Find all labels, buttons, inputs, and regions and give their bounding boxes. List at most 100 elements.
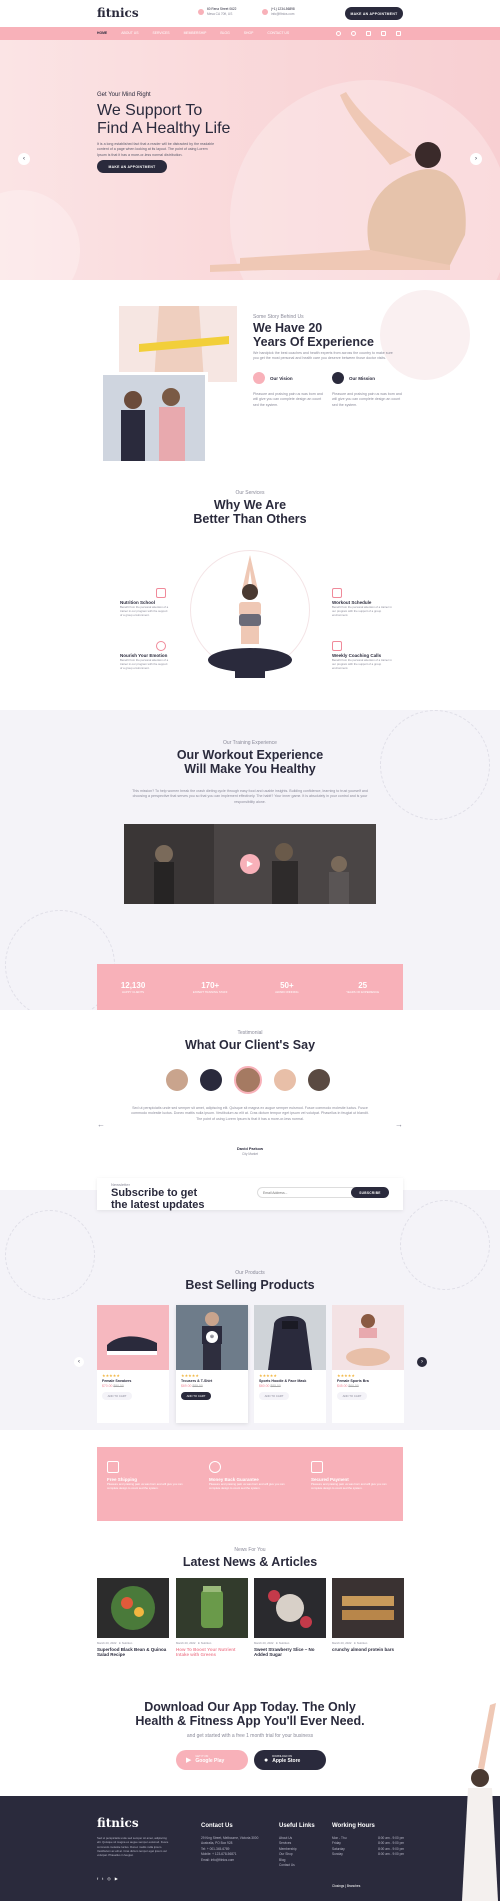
hero-next-arrow[interactable]: ›: [470, 153, 482, 165]
product-card[interactable]: ★★★★★ Sports Hoodie & Face Mask $60.00 $…: [254, 1305, 326, 1423]
news-card[interactable]: March 20, 2022 In Nutrition Superfood Bl…: [97, 1578, 169, 1658]
footer: fitnics Sed ut perspiciatis unde sed sem…: [0, 1796, 500, 1901]
nav-item-shop[interactable]: SHOP: [244, 31, 254, 35]
feature-text: Pleasure and praising pain us was born a…: [107, 1482, 183, 1491]
product-price: $70.00: [102, 1384, 113, 1388]
news-item-title[interactable]: crunchy almond protein bars: [332, 1647, 404, 1652]
product-image-hoodie: [254, 1305, 326, 1370]
service-text: Benefit from the personal attention of a…: [120, 605, 169, 618]
client-name: David Parkow: [236, 1146, 264, 1151]
news-kicker: News For You: [234, 1547, 266, 1553]
training-title-line-2: Will Make You Healthy: [184, 762, 316, 777]
newsletter-title-line-1: Subscribe to get: [111, 1187, 198, 1199]
next-arrow-icon[interactable]: →: [395, 1120, 403, 1129]
hero-appointment-button[interactable]: MAKE AN APPOINTMENT: [97, 160, 167, 173]
products-next-arrow[interactable]: ›: [417, 1357, 427, 1367]
training-text: This mission? To help women break the cr…: [132, 789, 368, 804]
service-item-coaching: Weekly Coaching Calls Benefit from the p…: [332, 641, 392, 671]
instagram-icon[interactable]: ◎: [107, 1876, 111, 1881]
product-card[interactable]: ★★★★★ Female Sneakers $70.00 $90.00 ADD …: [97, 1305, 169, 1423]
products-title: Best Selling Products: [185, 1278, 315, 1292]
hero-yoga-woman: [210, 92, 466, 272]
products-kicker: Our Products: [235, 1270, 265, 1276]
testimonial-quote: Sed ut perspiciatis unde sed semper sit …: [131, 1106, 369, 1121]
news-title: Latest News & Articles: [182, 1555, 318, 1569]
news-category: In Nutrition: [275, 1641, 290, 1645]
money-back-icon: [209, 1461, 221, 1473]
services-title: Why We Are Better Than Others: [0, 498, 500, 527]
news-item-title[interactable]: Superfood Black Bean & Quinoa Salad Reci…: [97, 1647, 169, 1658]
secure-payment-icon: [311, 1461, 323, 1473]
nav-item-blog[interactable]: BLOG: [220, 31, 229, 35]
news-card[interactable]: March 20, 2022 In Nutrition crunchy almo…: [332, 1578, 404, 1652]
cart-icon[interactable]: [381, 31, 386, 36]
add-to-cart-button[interactable]: ADD TO CART: [102, 1392, 132, 1400]
product-card[interactable]: ⊕ ★★★★★ Trousers & T-Shirt $69.00 $89.00…: [176, 1305, 248, 1423]
apple-store-button[interactable]: ● DOWNLOAD ON Apple Store: [254, 1750, 326, 1770]
appointment-button[interactable]: MAKE AN APPOINTMENT: [345, 7, 403, 20]
footer-contact-title: Contact Us: [201, 1823, 233, 1829]
prev-arrow-icon[interactable]: ←: [97, 1120, 105, 1129]
footer-links-title: Useful Links: [279, 1823, 315, 1829]
avatar[interactable]: [308, 1069, 330, 1091]
newsletter-box: Newsletter Subscribe to get the latest u…: [97, 1178, 403, 1211]
avatar[interactable]: [200, 1069, 222, 1091]
nav-item-about[interactable]: ABOUT US: [121, 31, 138, 35]
hero-title: We Support To Find A Healthy Life: [97, 102, 230, 139]
google-play-icon: ▶: [186, 1757, 192, 1764]
service-text: Benefit from the personal attention of a…: [120, 658, 169, 671]
product-price: $45.00: [337, 1384, 348, 1388]
add-to-cart-button[interactable]: ADD TO CART: [259, 1392, 289, 1400]
feature-text: Pleasure and praising pain us was born a…: [311, 1482, 387, 1491]
footer-bottom-links[interactable]: Closings | Branches: [332, 1884, 360, 1888]
avatar-active[interactable]: [234, 1066, 262, 1094]
nav-item-services[interactable]: SERVICES: [152, 31, 169, 35]
products-prev-arrow[interactable]: ‹: [74, 1357, 84, 1367]
mission-icon: [332, 372, 344, 384]
avatar[interactable]: [274, 1069, 296, 1091]
rating-stars: ★★★★★: [181, 1373, 199, 1378]
contact-line: Email: info@fitnics.com: [201, 1857, 235, 1862]
training-title-line-1: Our Workout Experience: [176, 748, 324, 762]
user-icon[interactable]: [351, 31, 356, 36]
search-icon[interactable]: [336, 31, 341, 36]
training-section: Our Training Experience Our Workout Expe…: [0, 710, 500, 1010]
footer-logo[interactable]: fitnics: [97, 1816, 139, 1830]
shipping-icon: [107, 1461, 119, 1473]
news-category: In Nutrition: [197, 1641, 212, 1645]
news-item-title[interactable]: Sweet Strawberry Slice – No Added Sugar: [254, 1647, 326, 1658]
avatar[interactable]: [166, 1069, 188, 1091]
news-date: March 20, 2022: [176, 1641, 196, 1645]
hours-time: 8:00 am - 9:00 pm: [378, 1852, 404, 1857]
news-item-title[interactable]: How To Boost Your Nutrient Intake with G…: [176, 1647, 248, 1658]
product-card[interactable]: ★★★★★ Female Sports Bra $45.00 $60.00 AD…: [332, 1305, 404, 1423]
footer-link[interactable]: Contact Us: [279, 1863, 297, 1868]
feature-text: Pleasure and praising pain us was born a…: [209, 1482, 285, 1491]
add-to-cart-button[interactable]: ADD TO CART: [181, 1392, 211, 1400]
feature-item: Free Shipping Pleasure and praising pain…: [107, 1461, 189, 1521]
product-image-sneakers: [97, 1305, 169, 1370]
heart-icon[interactable]: [366, 31, 371, 36]
menu-icon[interactable]: [396, 31, 401, 36]
google-play-button[interactable]: ▶ GET IT ON Google Play: [176, 1750, 248, 1770]
quick-view-icon[interactable]: ⊕: [206, 1331, 218, 1343]
news-category: In Nutrition: [353, 1641, 368, 1645]
youtube-icon[interactable]: ▶: [115, 1876, 118, 1881]
footer-yoga-woman: [462, 1703, 498, 1901]
nav-item-home[interactable]: HOME: [97, 31, 107, 35]
twitter-icon[interactable]: t: [102, 1876, 103, 1881]
play-icon[interactable]: ▶: [240, 854, 260, 874]
about-section: Some Story Behind Us We Have 20 Years Of…: [0, 280, 500, 465]
mandala-decor-right: [400, 1200, 490, 1290]
news-card[interactable]: March 20, 2022 In Nutrition Sweet Strawb…: [254, 1578, 326, 1658]
subscribe-button[interactable]: SUBSCRIBE: [351, 1187, 389, 1198]
footer-hours-list: Mon - Thu 8:00 am - 9:00 pm Friday 8:00 am…: [332, 1836, 404, 1858]
logo[interactable]: fitnics: [97, 6, 139, 20]
add-to-cart-button[interactable]: ADD TO CART: [337, 1392, 367, 1400]
nav-item-membership[interactable]: MEMBERSHIP: [184, 31, 207, 35]
nav-item-contact[interactable]: CONTACT US: [267, 31, 289, 35]
service-item-nutrition: Nutrition School Benefit from the person…: [120, 588, 300, 618]
news-card[interactable]: March 20, 2022 In Nutrition How To Boost…: [176, 1578, 248, 1658]
facebook-icon[interactable]: f: [97, 1876, 98, 1881]
hero-prev-arrow[interactable]: ‹: [18, 153, 30, 165]
